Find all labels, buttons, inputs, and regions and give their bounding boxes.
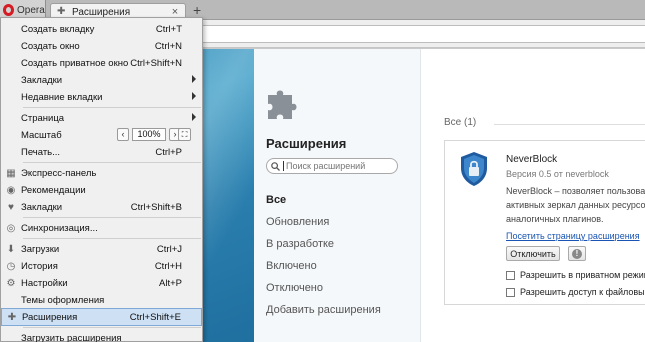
menu-separator [23,238,201,239]
menu-separator [23,162,201,163]
filter-developer[interactable]: В разработке [266,233,381,255]
fullscreen-icon[interactable]: ⛶ [178,128,191,141]
zoom-value: 100% [132,128,166,141]
menu-new-tab[interactable]: Создать вкладку Ctrl+T [1,20,202,38]
filter-enabled[interactable]: Включено [266,255,381,277]
divider [494,124,645,125]
download-icon: ⬇ [6,243,16,255]
extension-card: NeverBlock Версия 0.5 от neverblock Neve… [444,140,645,305]
new-tab-button[interactable]: + [193,2,201,18]
allow-private-option[interactable]: Разрешить в приватном режим [506,270,645,280]
search-icon [271,161,280,171]
menu-get-extensions[interactable]: Загрузить расширения [1,329,202,342]
allow-file-access-checkbox[interactable] [506,287,515,297]
puzzle-icon: ✚ [7,311,17,323]
menu-settings[interactable]: ⚙ Настройки Alt+P [1,274,202,292]
user-icon: ◎ [6,222,16,234]
menu-new-private-window[interactable]: Создать приватное окно Ctrl+Shift+N [1,54,202,72]
tab-title: Расширения [72,6,131,18]
menu-themes[interactable]: Темы оформления [1,291,202,309]
page-title: Расширения [266,136,347,151]
report-button[interactable]: ! [568,246,586,261]
extensions-count: Все (1) [444,117,477,128]
extensions-list: Все (1) NeverBlock Версия 0.5 от neverbl… [422,49,645,342]
disable-button[interactable]: Отключить [506,246,560,261]
extension-description: NeverBlock – позволяет пользоватe активн… [506,184,645,226]
submenu-arrow-icon [192,92,196,100]
shield-lock-icon [461,152,487,186]
puzzle-icon: ✚ [57,6,66,17]
filter-disabled[interactable]: Отключено [266,277,381,299]
heart-icon: ♥ [8,201,14,213]
menu-downloads[interactable]: ⬇ Загрузки Ctrl+J [1,240,202,258]
allow-file-access-option[interactable]: Разрешить доступ к файловым [506,287,645,297]
menu-zoom: Масштаб ‹ 100% › ⛶ [1,126,202,144]
description-line: аналогичных плагинов. [506,214,604,224]
menu-extensions[interactable]: ✚ Расширения Ctrl+Shift+E [1,308,202,326]
puzzle-icon [268,90,297,119]
description-line: NeverBlock – позволяет пользоватe [506,186,645,196]
menu-new-window[interactable]: Создать окно Ctrl+N [1,37,202,55]
address-input[interactable] [200,25,645,43]
search-input[interactable] [283,161,393,171]
menu-sync[interactable]: ◎ Синхронизация... [1,219,202,237]
menu-separator [23,107,201,108]
opera-menu-label: Opera [17,4,45,16]
search-box[interactable] [266,158,398,174]
menu-bookmarks-submenu[interactable]: Закладки [1,71,202,89]
allow-private-checkbox[interactable] [506,270,515,280]
filter-list: Все Обновления В разработке Включено Отк… [266,189,381,321]
extension-name: NeverBlock [506,154,558,165]
menu-separator [23,217,201,218]
zoom-out-button[interactable]: ‹ [117,128,129,141]
menu-page[interactable]: Страница [1,109,202,127]
allow-file-access-label: Разрешить доступ к файловым [520,287,645,297]
extension-version: Версия 0.5 от neverblock [506,169,609,179]
opera-main-menu: Создать вкладку Ctrl+T Создать окно Ctrl… [0,17,203,342]
menu-recent-tabs[interactable]: Недавние вкладки [1,88,202,106]
menu-history[interactable]: ◷ История Ctrl+H [1,257,202,275]
add-extensions-link[interactable]: Добавить расширения [266,299,381,321]
warning-icon: ! [572,248,582,259]
filter-all[interactable]: Все [266,189,381,211]
submenu-arrow-icon [192,75,196,83]
allow-private-label: Разрешить в приватном режим [520,270,645,280]
menu-speed-dial[interactable]: ▦ Экспресс-панель [1,164,202,182]
opera-logo-icon [3,4,14,16]
menu-recommendations[interactable]: ◉ Рекомендации [1,181,202,199]
eye-icon: ◉ [6,184,16,196]
submenu-arrow-icon [192,113,196,121]
description-line: активных зеркал данных ресурсов [506,200,645,210]
extensions-sidebar: Расширения Все Обновления В разработке В… [254,49,421,342]
extension-page-link[interactable]: Посетить страницу расширения [506,231,640,241]
menu-print[interactable]: Печать... Ctrl+P [1,143,202,161]
grid-icon: ▦ [6,167,16,179]
menu-bookmarks[interactable]: ♥ Закладки Ctrl+Shift+B [1,198,202,216]
clock-icon: ◷ [6,260,16,272]
gear-icon: ⚙ [6,277,16,289]
filter-updates[interactable]: Обновления [266,211,381,233]
zoom-control: ‹ 100% › [117,128,181,141]
menu-separator [23,327,201,328]
